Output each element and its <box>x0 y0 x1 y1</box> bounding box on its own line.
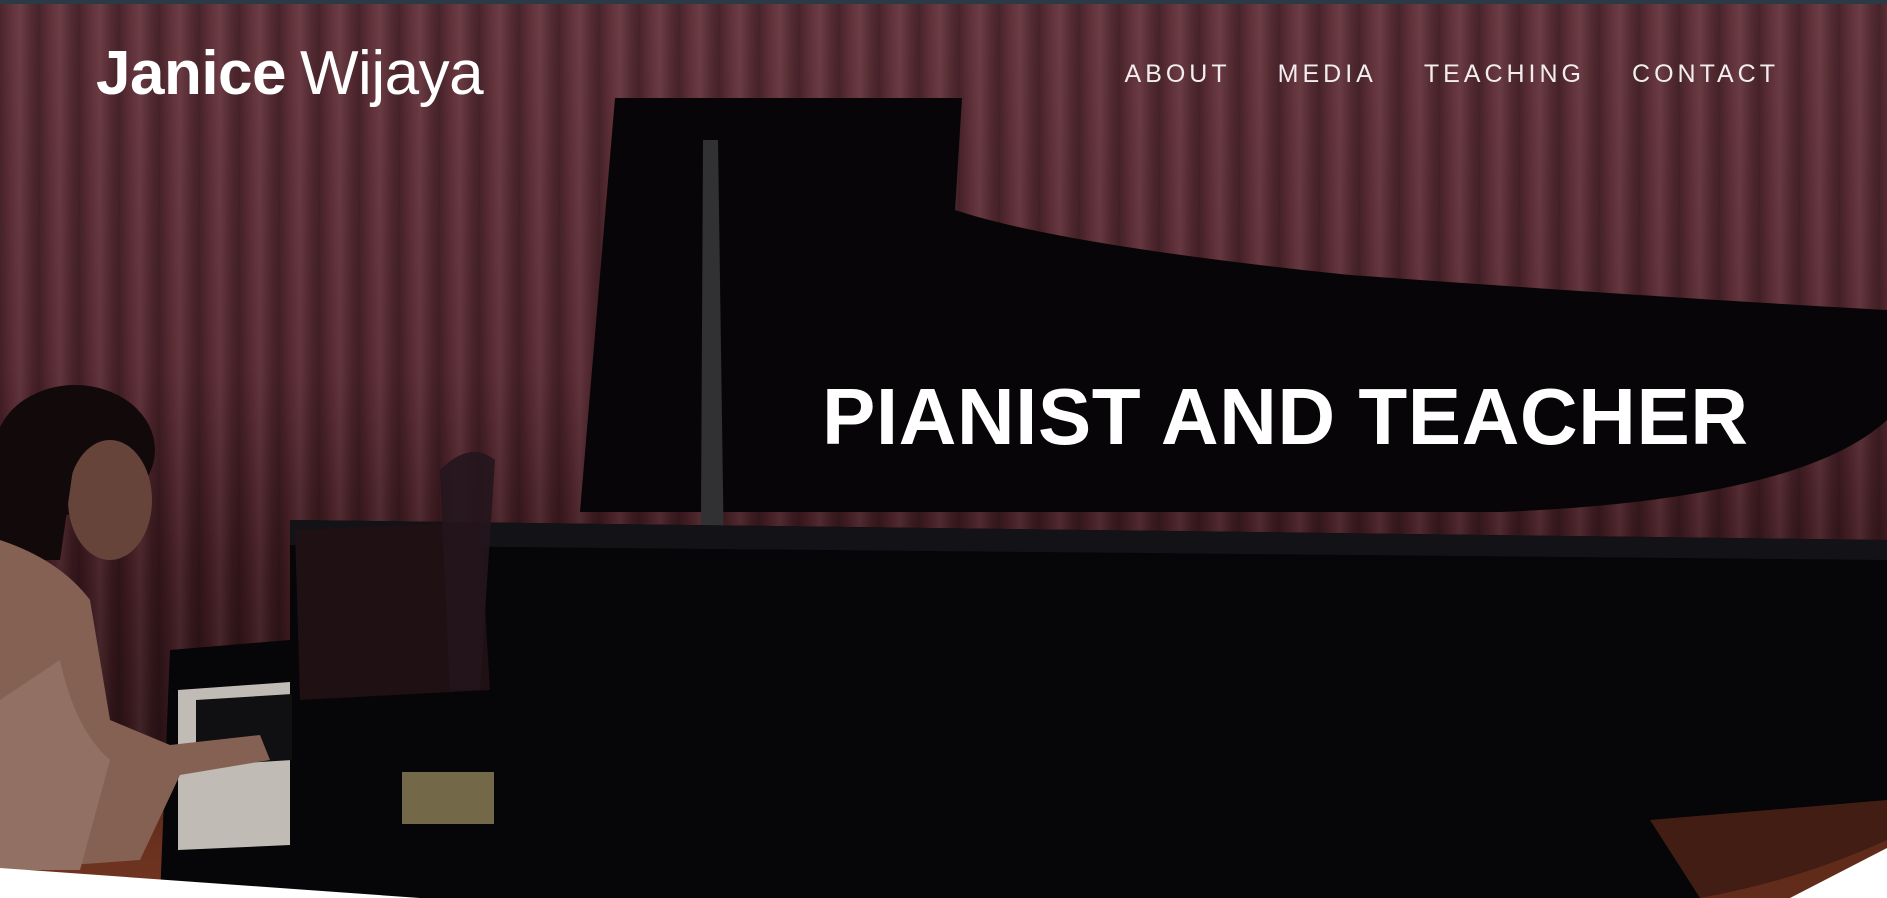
hero-headline: PIANIST AND TEACHER <box>822 372 1749 461</box>
nav-link-about[interactable]: ABOUT <box>1125 58 1231 90</box>
nav-link-contact[interactable]: CONTACT <box>1632 58 1779 90</box>
logo-last-name: Wijaya <box>300 39 484 108</box>
main-navigation: ABOUT MEDIA TEACHING CONTACT <box>1125 58 1779 90</box>
logo-first-name: Janice <box>96 39 287 108</box>
nav-link-teaching[interactable]: TEACHING <box>1424 58 1585 90</box>
nav-link-media[interactable]: MEDIA <box>1278 58 1377 90</box>
top-accent-bar <box>0 0 1887 4</box>
site-logo[interactable]: Janice Wijaya <box>96 34 484 114</box>
